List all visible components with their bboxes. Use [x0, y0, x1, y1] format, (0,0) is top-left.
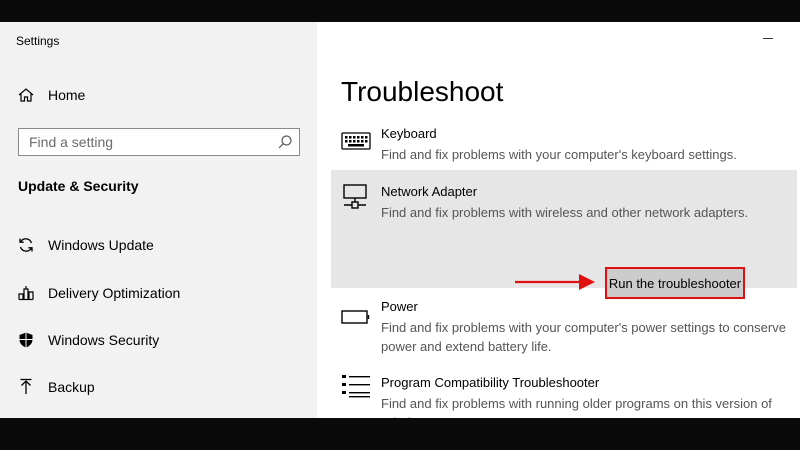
- troubleshooter-description: Find and fix problems with running older…: [381, 396, 772, 418]
- minimize-button[interactable]: [760, 30, 776, 46]
- sidebar-item-home[interactable]: Home: [16, 83, 85, 107]
- sidebar: Settings Home Update & Security Windows …: [0, 22, 317, 418]
- sidebar-item-delivery-optimization[interactable]: Delivery Optimization: [16, 281, 180, 305]
- sidebar-item-label: Backup: [48, 379, 95, 395]
- troubleshooter-description: Find and fix problems with your computer…: [381, 320, 786, 354]
- keyboard-icon: [341, 132, 371, 150]
- shield-icon: [16, 330, 36, 350]
- app-title: Settings: [16, 34, 60, 48]
- troubleshooter-name: Power: [381, 299, 418, 314]
- backup-arrow-icon: [16, 377, 36, 397]
- search-input[interactable]: [19, 129, 279, 155]
- troubleshooter-power[interactable]: Power Find and fix problems with your co…: [331, 296, 797, 360]
- search-icon[interactable]: [277, 134, 293, 150]
- page-title: Troubleshoot: [341, 76, 504, 107]
- red-arrow-annotation: [515, 274, 595, 290]
- minimize-icon: [763, 37, 773, 39]
- main-panel: Troubleshoot Keyboard Find and fix probl…: [317, 22, 800, 418]
- refresh-icon: [16, 235, 36, 255]
- search-box[interactable]: [18, 128, 300, 156]
- sidebar-item-windows-update[interactable]: Windows Update: [16, 233, 154, 257]
- troubleshooter-name: Network Adapter: [381, 184, 478, 199]
- section-heading: Update & Security: [18, 178, 139, 194]
- home-icon: [16, 85, 36, 105]
- sidebar-item-label: Home: [48, 87, 86, 103]
- troubleshooter-name: Program Compatibility Troubleshooter: [381, 375, 600, 390]
- run-troubleshooter-button[interactable]: Run the troubleshooter: [605, 267, 745, 299]
- delivery-optimization-icon: [16, 283, 36, 303]
- battery-icon: [341, 310, 370, 324]
- program-list-icon: [342, 375, 370, 398]
- troubleshooter-name: Keyboard: [381, 126, 437, 141]
- sidebar-item-label: Windows Update: [48, 237, 154, 253]
- sidebar-item-label: Delivery Optimization: [48, 285, 181, 301]
- troubleshooter-description: Find and fix problems with wireless and …: [381, 205, 749, 220]
- sidebar-item-backup[interactable]: Backup: [16, 375, 95, 399]
- settings-window: Settings Home Update & Security Windows …: [0, 22, 800, 418]
- troubleshooter-keyboard[interactable]: Keyboard Find and fix problems with your…: [331, 120, 797, 168]
- sidebar-item-windows-security[interactable]: Windows Security: [16, 328, 159, 352]
- network-adapter-icon: [343, 184, 367, 209]
- troubleshooter-description: Find and fix problems with your computer…: [381, 147, 737, 162]
- sidebar-item-label: Windows Security: [48, 332, 160, 348]
- troubleshooter-program-compatibility[interactable]: Program Compatibility Troubleshooter Fin…: [331, 372, 797, 418]
